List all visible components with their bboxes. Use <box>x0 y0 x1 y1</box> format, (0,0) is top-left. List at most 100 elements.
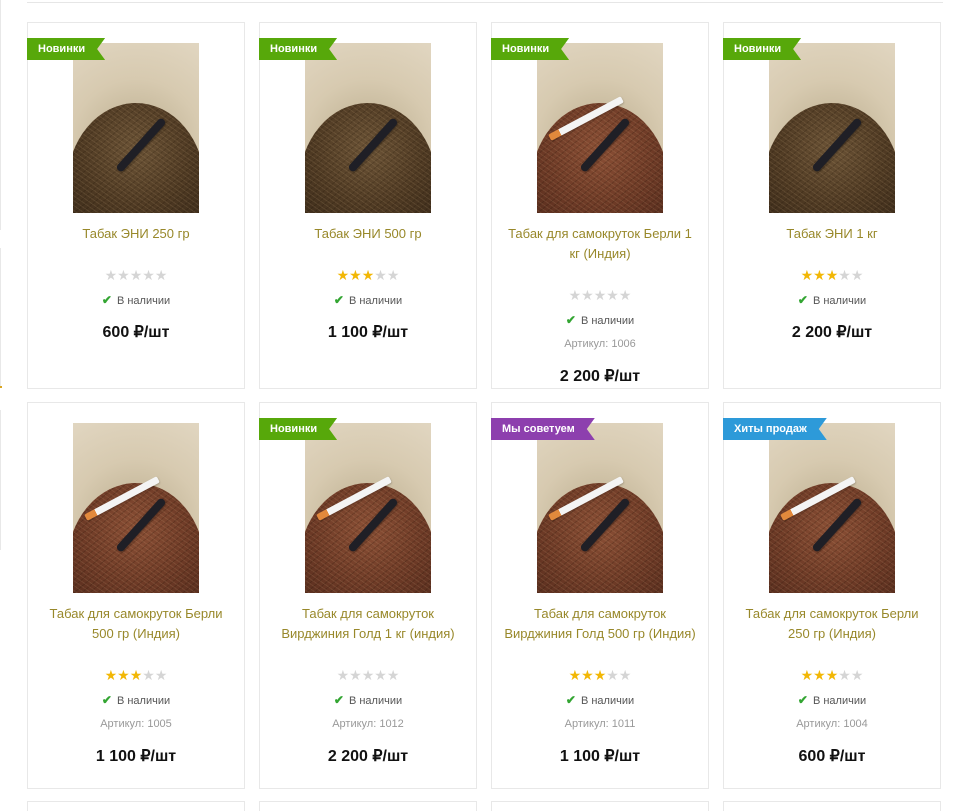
product-sku: Артикул: 1005 <box>100 718 172 730</box>
product-sku: Артикул: 1004 <box>796 718 868 730</box>
product-badge: Новинки <box>27 38 105 60</box>
star-filled-icon: ★ <box>813 668 826 684</box>
star-empty-icon: ★ <box>361 668 375 684</box>
product-card[interactable]: Хиты продаж Табак для самокруток Берли 25… <box>723 402 941 789</box>
check-icon: ✔ <box>101 293 112 307</box>
availability-label: В наличии <box>348 695 403 707</box>
product-price: 2 200 ₽/шт <box>327 748 409 765</box>
product-card-partial[interactable] <box>259 801 477 811</box>
availability-label: В наличии <box>812 695 867 707</box>
product-title-link[interactable]: Табак для самокруток Вирджиния Голд 1 кг… <box>260 604 476 644</box>
check-icon: ✔ <box>797 693 808 707</box>
star-empty-icon: ★ <box>850 268 864 284</box>
availability-label: В наличии <box>580 695 635 707</box>
product-card-partial[interactable] <box>723 801 941 811</box>
rating-stars: ★★★★★ <box>492 289 708 303</box>
product-title-link[interactable]: Табак для самокруток Берли 500 гр (Индия… <box>28 604 244 644</box>
star-filled-icon: ★ <box>129 668 143 684</box>
star-filled-icon: ★ <box>349 268 362 284</box>
product-price: 1 100 ₽/шт <box>327 324 409 341</box>
product-card[interactable]: Мы советуем Табак для самокруток Вирджини… <box>491 402 709 789</box>
star-empty-icon: ★ <box>606 668 619 684</box>
tobacco-pile-icon <box>305 483 431 593</box>
sidebar-marker <box>0 386 2 388</box>
star-empty-icon: ★ <box>117 268 130 284</box>
star-empty-icon: ★ <box>838 668 851 684</box>
star-filled-icon: ★ <box>336 268 350 284</box>
star-filled-icon: ★ <box>581 668 594 684</box>
tobacco-pile-icon <box>305 103 431 213</box>
product-title-link[interactable]: Табак для самокруток Берли 250 гр (Индия… <box>724 604 940 644</box>
product-card-partial[interactable] <box>491 801 709 811</box>
availability-status: ✔ В наличии <box>492 693 708 708</box>
availability-label: В наличии <box>812 295 867 307</box>
product-image[interactable] <box>305 43 431 213</box>
product-image[interactable] <box>537 43 663 213</box>
tobacco-pile-icon <box>73 483 199 593</box>
product-title-link[interactable]: Табак ЭНИ 500 гр <box>260 224 476 244</box>
tobacco-pile-icon <box>537 103 663 213</box>
product-card[interactable]: Новинки Табак ЭНИ 1 кг ★★★★★ ✔ В наличии 2 20… <box>723 22 941 389</box>
star-filled-icon: ★ <box>813 268 826 284</box>
tobacco-pile-icon <box>73 103 199 213</box>
star-filled-icon: ★ <box>825 668 839 684</box>
sidebar-edge <box>0 410 1 550</box>
product-badge: Хиты продаж <box>723 418 827 440</box>
product-image[interactable] <box>769 423 895 593</box>
tobacco-pile-icon <box>769 483 895 593</box>
product-card[interactable]: Табак для самокруток Берли 500 гр (Индия… <box>27 402 245 789</box>
check-icon: ✔ <box>797 293 808 307</box>
star-filled-icon: ★ <box>800 668 814 684</box>
product-image[interactable] <box>769 43 895 213</box>
check-icon: ✔ <box>333 693 344 707</box>
availability-status: ✔ В наличии <box>492 313 708 328</box>
tobacco-pile-icon <box>537 483 663 593</box>
availability-status: ✔ В наличии <box>724 293 940 308</box>
star-empty-icon: ★ <box>386 268 400 284</box>
product-sku: Артикул: 1006 <box>564 338 636 350</box>
availability-status: ✔ В наличии <box>28 293 244 308</box>
star-filled-icon: ★ <box>568 668 582 684</box>
product-title-link[interactable]: Табак для самокруток Вирджиния Голд 500 … <box>492 604 708 644</box>
check-icon: ✔ <box>101 693 112 707</box>
availability-label: В наличии <box>116 295 171 307</box>
product-title-link[interactable]: Табак ЭНИ 1 кг <box>724 224 940 244</box>
product-title-link[interactable]: Табак для самокруток Берли 1 кг (Индия) <box>492 224 708 264</box>
product-price: 1 100 ₽/шт <box>559 748 641 765</box>
availability-status: ✔ В наличии <box>260 293 476 308</box>
product-image[interactable] <box>537 423 663 593</box>
product-badge: Новинки <box>259 38 337 60</box>
availability-status: ✔ В наличии <box>724 693 940 708</box>
product-card[interactable]: Новинки Табак для самокруток Вирджиния Го… <box>259 402 477 789</box>
product-badge: Новинки <box>723 38 801 60</box>
star-empty-icon: ★ <box>154 268 168 284</box>
star-empty-icon: ★ <box>850 668 864 684</box>
product-card[interactable]: Новинки Табак ЭНИ 250 гр ★★★★★ ✔ В наличии 60… <box>27 22 245 389</box>
product-card-partial[interactable] <box>27 801 245 811</box>
product-card[interactable]: Новинки Табак для самокруток Берли 1 кг (… <box>491 22 709 389</box>
rating-stars: ★★★★★ <box>260 269 476 283</box>
star-empty-icon: ★ <box>606 288 619 304</box>
product-sku: Артикул: 1012 <box>332 718 404 730</box>
star-empty-icon: ★ <box>618 668 632 684</box>
rating-stars: ★★★★★ <box>260 669 476 683</box>
rating-stars: ★★★★★ <box>492 669 708 683</box>
star-filled-icon: ★ <box>593 668 607 684</box>
product-title-link[interactable]: Табак ЭНИ 250 гр <box>28 224 244 244</box>
product-image[interactable] <box>73 43 199 213</box>
rating-stars: ★★★★★ <box>28 269 244 283</box>
product-badge: Новинки <box>491 38 569 60</box>
star-empty-icon: ★ <box>374 268 387 284</box>
product-image[interactable] <box>305 423 431 593</box>
product-price: 600 ₽/шт <box>102 324 170 341</box>
check-icon: ✔ <box>333 293 344 307</box>
availability-status: ✔ В наличии <box>260 693 476 708</box>
check-icon: ✔ <box>565 313 576 327</box>
star-empty-icon: ★ <box>154 668 168 684</box>
star-empty-icon: ★ <box>568 288 582 304</box>
product-card[interactable]: Новинки Табак ЭНИ 500 гр ★★★★★ ✔ В наличии 1 … <box>259 22 477 389</box>
top-divider <box>27 2 943 3</box>
product-image[interactable] <box>73 423 199 593</box>
availability-status: ✔ В наличии <box>28 693 244 708</box>
product-badge: Новинки <box>259 418 337 440</box>
